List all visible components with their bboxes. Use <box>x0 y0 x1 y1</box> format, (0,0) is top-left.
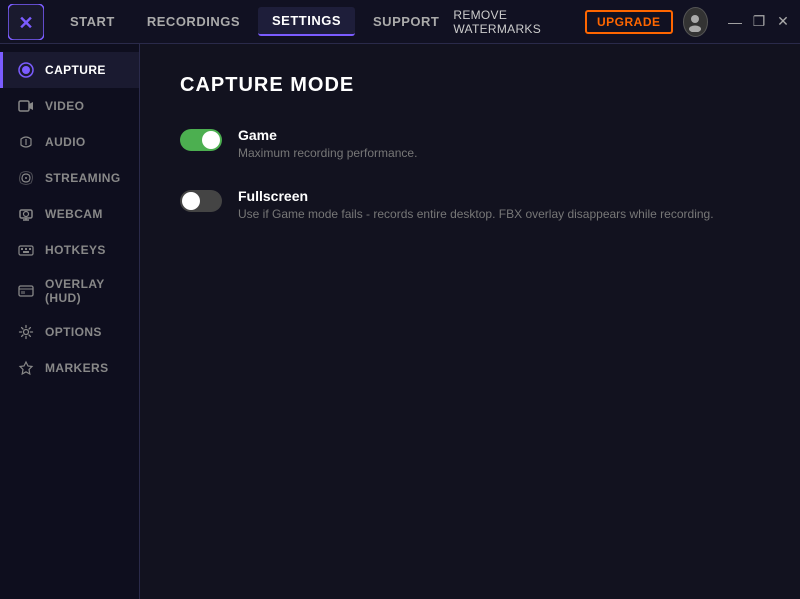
game-mode-toggle[interactable] <box>180 129 222 151</box>
nav-recordings[interactable]: RECORDINGS <box>133 8 254 35</box>
minimize-button[interactable]: — <box>726 13 744 31</box>
sidebar-markers-label: MARKERS <box>45 361 108 375</box>
hotkeys-icon <box>17 241 35 259</box>
upgrade-button[interactable]: UPGRADE <box>585 10 673 34</box>
sidebar-item-webcam[interactable]: WEBCAM <box>0 196 139 232</box>
webcam-icon <box>17 205 35 223</box>
titlebar: ✕ START RECORDINGS SETTINGS SUPPORT REMO… <box>0 0 800 44</box>
svg-text:✕: ✕ <box>18 13 33 33</box>
overlay-icon <box>17 282 35 300</box>
streaming-icon <box>17 169 35 187</box>
user-avatar[interactable] <box>683 7 708 37</box>
nav-settings[interactable]: SETTINGS <box>258 7 355 36</box>
close-button[interactable]: ✕ <box>774 13 792 31</box>
sidebar-hotkeys-label: HOTKEYS <box>45 243 106 257</box>
game-mode-label: Game <box>238 127 417 143</box>
sidebar-item-streaming[interactable]: STREAMING <box>0 160 139 196</box>
sidebar-item-markers[interactable]: MARKERS <box>0 350 139 386</box>
page-title: CAPTURE MODE <box>180 74 760 97</box>
fullscreen-mode-info: Fullscreen Use if Game mode fails - reco… <box>238 188 714 221</box>
game-mode-info: Game Maximum recording performance. <box>238 127 417 160</box>
sidebar-item-capture[interactable]: CAPTURE <box>0 52 139 88</box>
sidebar-webcam-label: WEBCAM <box>45 207 103 221</box>
sidebar-capture-label: CAPTURE <box>45 63 106 77</box>
sidebar-item-overlay[interactable]: OVERLAY (HUD) <box>0 268 139 314</box>
sidebar-overlay-label: OVERLAY (HUD) <box>45 277 125 305</box>
fullscreen-mode-toggle[interactable] <box>180 190 222 212</box>
main-layout: CAPTURE VIDEO AUDIO <box>0 44 800 599</box>
markers-icon <box>17 359 35 377</box>
sidebar-streaming-label: STREAMING <box>45 171 121 185</box>
audio-icon <box>17 133 35 151</box>
remove-watermarks-link[interactable]: REMOVE WATERMARKS <box>453 8 575 36</box>
game-toggle-thumb <box>202 131 220 149</box>
fullscreen-mode-option: Fullscreen Use if Game mode fails - reco… <box>180 188 760 221</box>
options-icon <box>17 323 35 341</box>
sidebar-item-hotkeys[interactable]: HOTKEYS <box>0 232 139 268</box>
nav-bar: START RECORDINGS SETTINGS SUPPORT <box>56 7 453 36</box>
video-icon <box>17 97 35 115</box>
sidebar-audio-label: AUDIO <box>45 135 86 149</box>
capture-icon <box>17 61 35 79</box>
sidebar-options-label: OPTIONS <box>45 325 102 339</box>
fullscreen-mode-label: Fullscreen <box>238 188 714 204</box>
window-controls: — ❐ ✕ <box>726 13 792 31</box>
app-logo: ✕ <box>8 4 44 40</box>
sidebar: CAPTURE VIDEO AUDIO <box>0 44 140 599</box>
game-mode-option: Game Maximum recording performance. <box>180 127 760 160</box>
titlebar-right: REMOVE WATERMARKS UPGRADE — ❐ ✕ <box>453 7 792 37</box>
fullscreen-mode-desc: Use if Game mode fails - records entire … <box>238 207 714 221</box>
sidebar-item-video[interactable]: VIDEO <box>0 88 139 124</box>
sidebar-video-label: VIDEO <box>45 99 84 113</box>
fullscreen-toggle-thumb <box>182 192 200 210</box>
nav-support[interactable]: SUPPORT <box>359 8 453 35</box>
maximize-button[interactable]: ❐ <box>750 13 768 31</box>
sidebar-item-options[interactable]: OPTIONS <box>0 314 139 350</box>
nav-start[interactable]: START <box>56 8 129 35</box>
game-mode-desc: Maximum recording performance. <box>238 146 417 160</box>
content-area: CAPTURE MODE Game Maximum recording perf… <box>140 44 800 599</box>
sidebar-item-audio[interactable]: AUDIO <box>0 124 139 160</box>
